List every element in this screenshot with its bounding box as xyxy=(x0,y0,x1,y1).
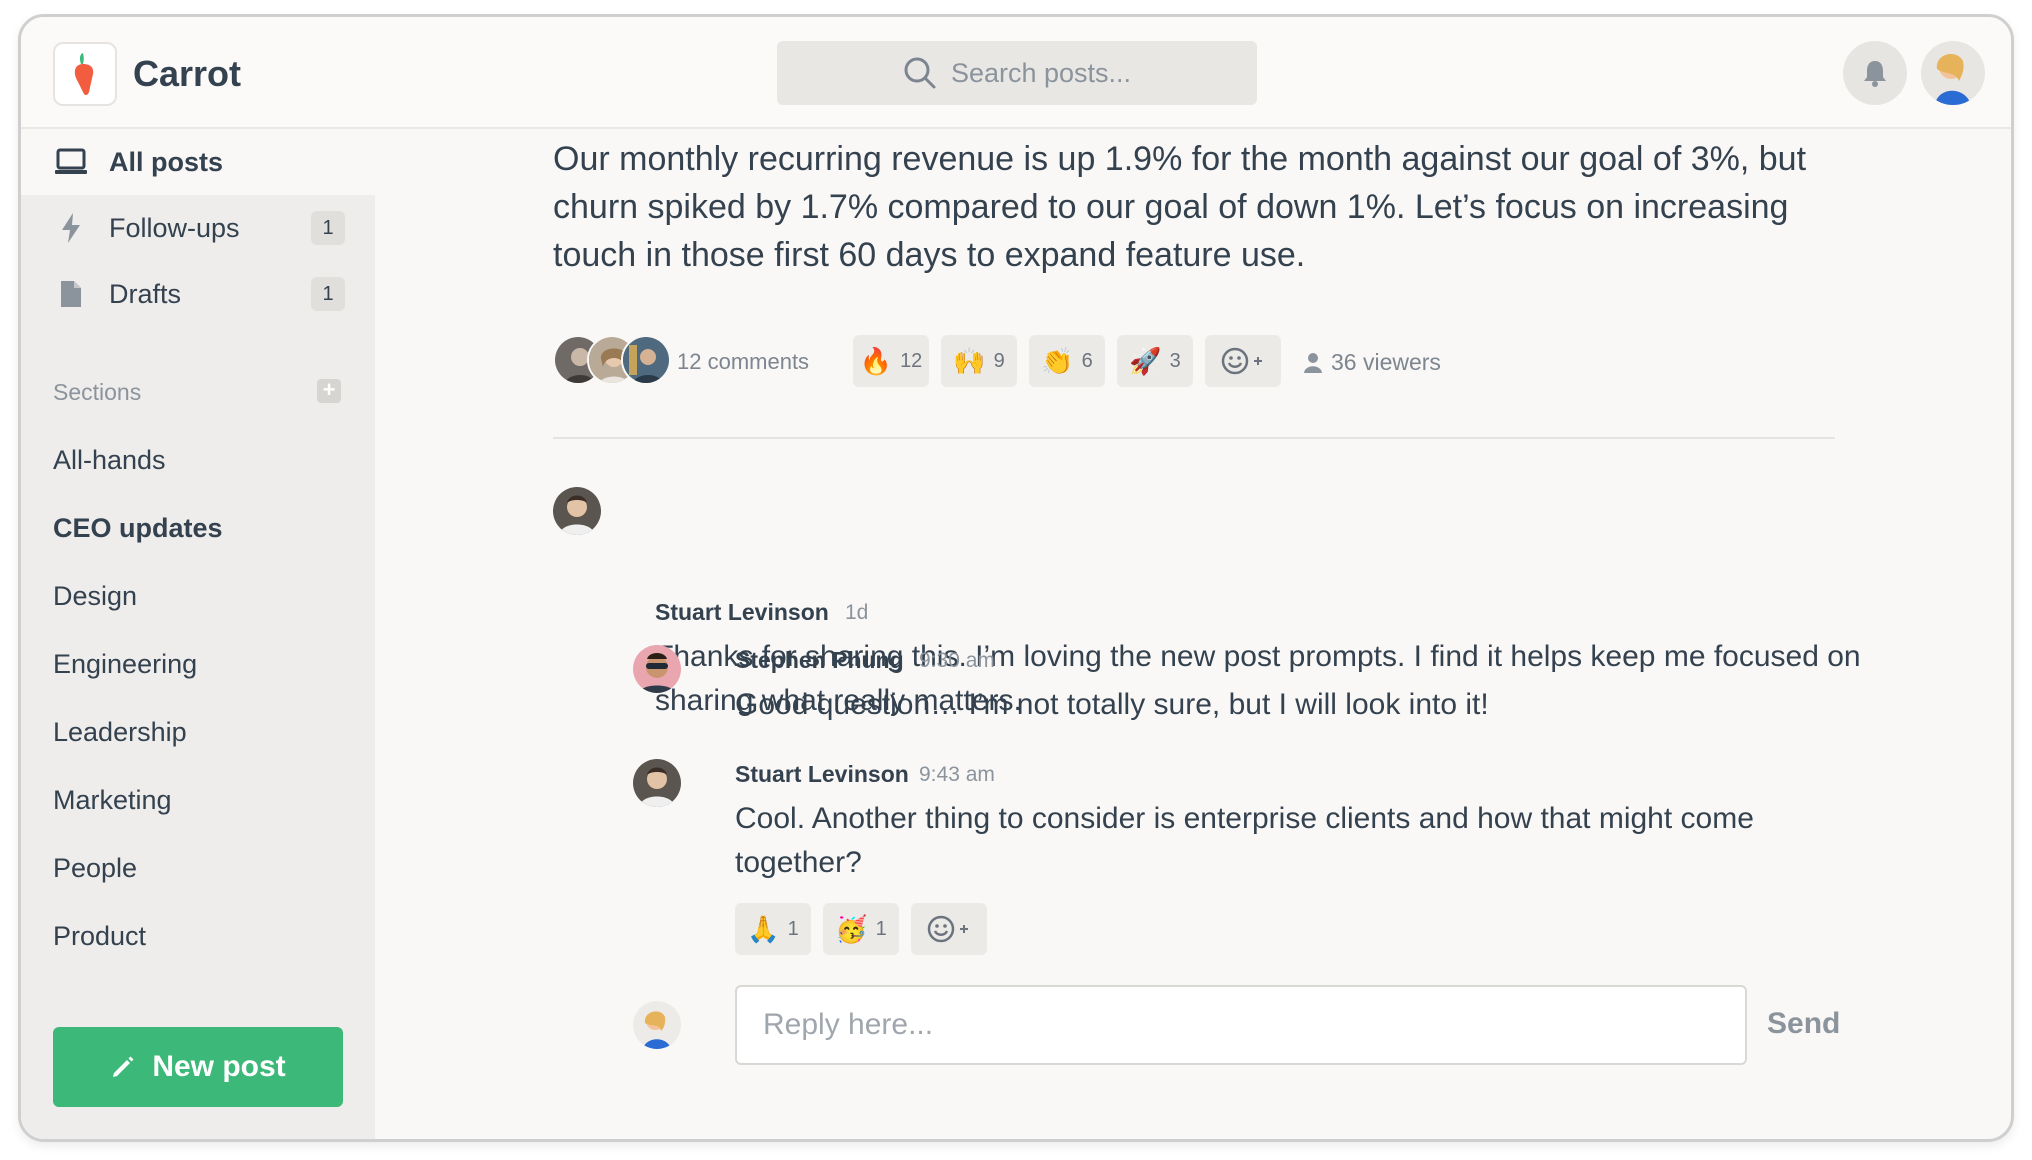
user-avatar[interactable] xyxy=(1921,41,1985,105)
section-item-all-hands[interactable]: All-hands xyxy=(53,445,166,476)
sidebar: All posts Follow-ups 1 Drafts 1 Sections… xyxy=(21,129,375,1139)
reaction-raised-hands-button[interactable]: 🙌 9 xyxy=(941,335,1017,387)
nav-item-all-posts[interactable]: All posts xyxy=(21,129,375,195)
post-detail: Our monthly recurring revenue is up 1.9%… xyxy=(375,129,2011,1139)
sections-heading: Sections xyxy=(53,379,142,405)
reaction-pray-button[interactable]: 🙏 1 xyxy=(735,903,811,955)
avatar[interactable] xyxy=(633,759,681,807)
nav-item-drafts[interactable]: Drafts 1 xyxy=(21,261,375,327)
nav-label: Drafts xyxy=(109,278,182,309)
bolt-icon xyxy=(53,210,89,246)
app-window: Carrot Search posts... All posts Follow-… xyxy=(18,14,2014,1142)
pencil-icon xyxy=(113,1056,134,1077)
avatar[interactable] xyxy=(553,487,601,535)
comment-text: Cool. Another thing to consider is enter… xyxy=(735,802,1754,879)
comment-time: 9:30 am xyxy=(919,649,995,672)
section-item-engineering[interactable]: Engineering xyxy=(53,649,197,680)
new-post-label: New post xyxy=(152,1050,286,1083)
section-item-marketing[interactable]: Marketing xyxy=(53,785,172,816)
avatar xyxy=(621,335,671,385)
section-item-design[interactable]: Design xyxy=(53,581,137,612)
comments-count-link[interactable]: 12 comments xyxy=(677,349,809,375)
comment-author[interactable]: Stuart Levinson xyxy=(655,599,829,626)
carrot-logo[interactable] xyxy=(53,42,117,106)
search-placeholder: Search posts... xyxy=(950,57,1132,88)
reaction-clap-button[interactable]: 👏 6 xyxy=(1029,335,1105,387)
comment-author[interactable]: Stuart Levinson xyxy=(735,761,909,788)
raised-hands-icon: 🙌 xyxy=(953,345,986,376)
carrot-icon xyxy=(74,53,94,96)
person-icon xyxy=(1304,352,1322,373)
section-item-ceo-updates[interactable]: CEO updates xyxy=(53,513,223,544)
document-icon xyxy=(53,276,89,312)
fire-icon: 🔥 xyxy=(859,345,893,376)
post-body: Our monthly recurring revenue is up 1.9%… xyxy=(553,140,1807,274)
comment-text: Good question… I’m not totally sure, but… xyxy=(735,688,1489,721)
reaction-rocket-button[interactable]: 🚀 3 xyxy=(1117,335,1193,387)
commenter-avatars[interactable] xyxy=(553,335,673,387)
comment-time: 1d xyxy=(845,601,869,624)
bell-icon xyxy=(1864,61,1886,87)
clap-icon: 👏 xyxy=(1041,345,1074,376)
reaction-party-face-button[interactable]: 🥳 1 xyxy=(823,903,899,955)
search-icon xyxy=(904,57,936,89)
viewers-label: 36 viewers xyxy=(1331,349,1441,375)
add-reaction-button[interactable] xyxy=(1205,335,1281,387)
app-name: Carrot xyxy=(133,53,242,94)
section-item-leadership[interactable]: Leadership xyxy=(53,717,187,748)
add-emoji-icon xyxy=(927,915,968,943)
add-reaction-button[interactable] xyxy=(911,903,987,955)
current-user-avatar xyxy=(633,1001,681,1049)
comment-time: 9:43 am xyxy=(919,763,995,786)
drafts-count-badge: 1 xyxy=(311,277,345,311)
laptop-icon xyxy=(53,144,89,180)
divider xyxy=(553,437,1835,439)
send-button[interactable]: Send xyxy=(1767,1007,1840,1041)
reply-placeholder: Reply here... xyxy=(763,1008,934,1041)
post-meta-row: 12 comments 🔥 12 🙌 9 👏 6 🚀 3 36 viewers xyxy=(553,335,1873,387)
pray-icon: 🙏 xyxy=(747,913,780,944)
reaction-fire-button[interactable]: 🔥 12 xyxy=(853,335,929,387)
nav-label: Follow-ups xyxy=(109,212,240,243)
top-bar: Carrot Search posts... xyxy=(21,17,2011,129)
add-emoji-icon xyxy=(1221,347,1262,375)
party-face-icon: 🥳 xyxy=(835,913,868,944)
comment-author[interactable]: Stephen Phung xyxy=(735,647,904,674)
avatar[interactable] xyxy=(633,645,681,693)
new-post-button[interactable]: New post xyxy=(53,1027,343,1107)
follow-ups-count-badge: 1 xyxy=(311,211,345,245)
reply-input[interactable]: Reply here... xyxy=(735,985,1747,1065)
nav-item-follow-ups[interactable]: Follow-ups 1 xyxy=(21,195,375,261)
viewers-link[interactable]: 36 viewers xyxy=(1303,349,1441,376)
nav-label: All posts xyxy=(109,146,224,177)
search-input[interactable]: Search posts... xyxy=(777,41,1257,105)
notifications-button[interactable] xyxy=(1843,41,1907,105)
add-section-button[interactable]: + xyxy=(317,379,341,403)
section-item-people[interactable]: People xyxy=(53,853,137,884)
section-item-product[interactable]: Product xyxy=(53,921,146,952)
rocket-icon: 🚀 xyxy=(1129,345,1162,376)
